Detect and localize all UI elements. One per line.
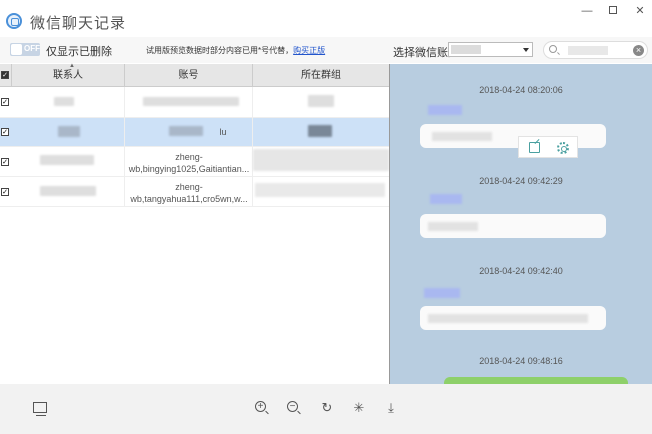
contact-cell <box>12 118 125 146</box>
trial-notice-text: 试用版预览数据时部分内容已用*号代替， <box>146 46 294 55</box>
zoom-in-button[interactable]: + <box>255 401 269 415</box>
contact-cell <box>12 87 125 117</box>
contact-name-redacted <box>40 186 96 196</box>
message-timestamp: 2018-04-24 09:42:29 <box>479 176 563 186</box>
group-redacted <box>308 95 334 107</box>
table-row[interactable]: ✓ zheng- wb,tangyahua111,cro5wn,w... <box>0 177 389 207</box>
account-select[interactable] <box>448 42 533 57</box>
magic-wand-icon[interactable]: ✳ <box>352 401 366 415</box>
bottom-toolbar: + − ↻ ✳ ⤓ <box>0 384 652 434</box>
gear-icon[interactable] <box>557 142 569 154</box>
contact-name-redacted <box>54 97 74 106</box>
message-timestamp: 2018-04-24 08:20:06 <box>479 85 563 95</box>
title-bar: 微信聊天记录 — ✕ <box>0 0 652 36</box>
account-text-line1: zheng- <box>175 182 203 192</box>
zoom-out-button[interactable]: − <box>287 401 301 415</box>
message-timestamp: 2018-04-24 09:42:40 <box>479 266 563 276</box>
column-header-contact[interactable]: ▲ 联系人 <box>12 63 125 87</box>
chevron-down-icon <box>523 48 529 52</box>
group-redacted <box>255 183 385 197</box>
group-redacted <box>253 149 389 171</box>
contact-name-redacted <box>58 126 80 137</box>
row-checkbox[interactable]: ✓ <box>1 188 9 196</box>
maximize-button[interactable] <box>603 4 623 18</box>
buy-license-link[interactable]: 购买正版 <box>293 46 325 55</box>
account-cell: zheng- wb,bingying1025,Gaitiantian... <box>125 147 253 176</box>
filter-toolbar: OFF 仅显示已删除 试用版预览数据时部分内容已用*号代替，购买正版 选择微信账… <box>0 37 652 63</box>
trial-notice: 试用版预览数据时部分内容已用*号代替，购买正版 <box>146 45 325 56</box>
message-text-redacted <box>432 132 492 141</box>
group-cell <box>253 118 389 146</box>
column-header-group[interactable]: 所在群组 <box>253 64 389 87</box>
zoom-out-icon: − <box>287 401 298 412</box>
message-actions <box>518 136 578 158</box>
clear-search-button[interactable]: × <box>633 45 644 56</box>
group-cell <box>253 177 389 206</box>
monitor-icon[interactable] <box>33 402 47 416</box>
contacts-table: ✓ ▲ 联系人 账号 所在群组 ✓ ✓ lu ✓ zheng- wb,bingy… <box>0 63 389 384</box>
column-header-contact-label: 联系人 <box>53 70 83 81</box>
contact-cell <box>12 147 125 176</box>
account-select-value-redacted <box>451 45 481 54</box>
search-value-redacted <box>568 46 608 55</box>
message-text-redacted <box>428 222 478 231</box>
account-cell: zheng- wb,tangyahua111,cro5wn,w... <box>125 177 253 206</box>
table-row[interactable]: ✓ lu <box>0 118 389 147</box>
account-text-line1: zheng- <box>175 152 203 162</box>
select-all-checkbox[interactable]: ✓ <box>1 71 9 79</box>
window-title: 微信聊天记录 <box>30 14 127 32</box>
search-icon <box>549 45 557 53</box>
message-bubble[interactable] <box>420 214 606 238</box>
row-checkbox[interactable]: ✓ <box>1 128 9 136</box>
sort-up-icon: ▲ <box>69 63 75 69</box>
message-bubble[interactable] <box>420 124 606 148</box>
contact-name-redacted <box>40 155 94 165</box>
sender-name-redacted <box>424 288 460 298</box>
table-header: ✓ ▲ 联系人 账号 所在群组 <box>0 63 389 87</box>
refresh-icon[interactable]: ↻ <box>320 401 334 415</box>
app-logo-icon <box>6 13 22 29</box>
share-icon[interactable] <box>529 142 540 153</box>
zoom-in-icon: + <box>255 401 266 412</box>
only-deleted-toggle[interactable]: OFF <box>10 43 40 56</box>
table-row[interactable]: ✓ zheng- wb,bingying1025,Gaitiantian... <box>0 147 389 177</box>
account-cell <box>125 87 253 117</box>
header-check-cell: ✓ <box>0 64 12 87</box>
row-checkbox[interactable]: ✓ <box>1 158 9 166</box>
minimize-button[interactable]: — <box>577 4 597 18</box>
group-cell <box>253 87 389 117</box>
download-icon[interactable]: ⤓ <box>384 401 398 415</box>
message-timestamp: 2018-04-24 09:48:16 <box>479 356 563 366</box>
search-input[interactable]: × <box>543 41 648 59</box>
maximize-icon <box>609 6 617 14</box>
sender-name-redacted <box>430 194 462 204</box>
close-button[interactable]: ✕ <box>630 4 650 18</box>
table-row[interactable]: ✓ <box>0 87 389 118</box>
account-cell: lu <box>125 118 253 146</box>
toggle-knob <box>11 44 22 55</box>
contact-cell <box>12 177 125 206</box>
chat-history-panel: 2018-04-24 08:20:06 2018-04-24 09:42:29 … <box>390 64 652 389</box>
account-redacted <box>143 97 239 106</box>
group-redacted <box>308 125 332 137</box>
only-deleted-label: 仅显示已删除 <box>46 46 112 58</box>
message-text-redacted <box>428 314 588 323</box>
message-bubble[interactable] <box>420 306 606 330</box>
column-header-account[interactable]: 账号 <box>125 64 253 87</box>
row-checkbox[interactable]: ✓ <box>1 98 9 106</box>
toggle-state-label: OFF <box>24 44 40 53</box>
account-text-line2: wb,tangyahua111,cro5wn,w... <box>130 194 248 204</box>
sender-name-redacted <box>428 105 462 115</box>
group-cell <box>253 147 389 176</box>
account-text-line2: wb,bingying1025,Gaitiantian... <box>128 164 250 174</box>
